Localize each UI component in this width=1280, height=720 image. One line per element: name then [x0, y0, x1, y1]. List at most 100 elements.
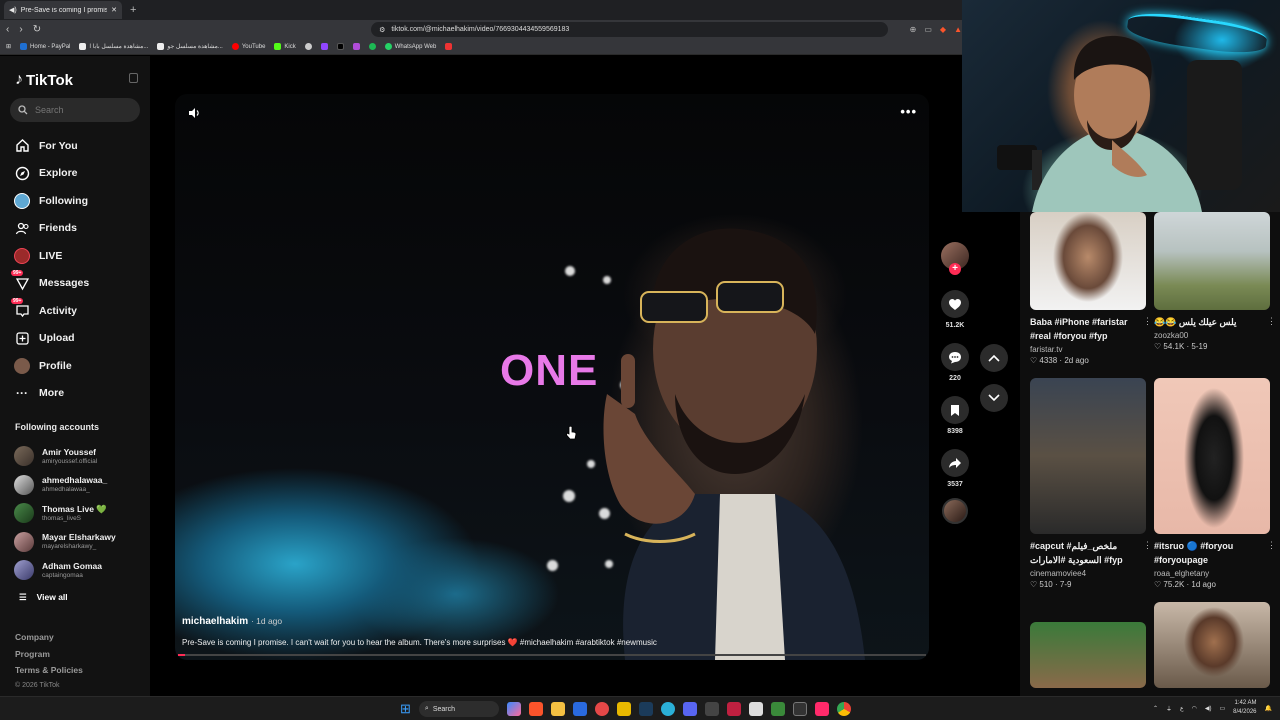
- creator-avatar[interactable]: +: [941, 242, 969, 275]
- nav-profile[interactable]: Profile: [14, 352, 89, 380]
- steam-icon[interactable]: [638, 702, 653, 716]
- nav-more[interactable]: ··· More: [14, 380, 89, 408]
- save-action[interactable]: 8398: [941, 396, 969, 435]
- brave-rewards-icon[interactable]: ▲: [954, 25, 962, 34]
- bookmark-icon-c[interactable]: [352, 43, 360, 50]
- language-icon[interactable]: ع: [1180, 705, 1184, 712]
- video-thumbnail[interactable]: [1154, 212, 1270, 310]
- nav-activity[interactable]: 99+ Activity: [11, 297, 89, 325]
- zoom-icon[interactable]: ⊕: [910, 25, 917, 34]
- bookmark-series-1[interactable]: مشاهدة مسلسل بابا ا...: [79, 43, 148, 50]
- bookmark-whatsapp[interactable]: WhatsApp Web: [384, 43, 436, 50]
- bookmark-icon-b[interactable]: [320, 43, 328, 50]
- account-item[interactable]: Amir Youssef amiryoussef.official: [14, 442, 116, 471]
- comment-icon[interactable]: [941, 343, 969, 371]
- file-explorer-icon[interactable]: [550, 702, 565, 716]
- nav-live[interactable]: LIVE: [14, 242, 89, 270]
- recommended-video-card[interactable]: ⋮ يلس عيلك يلس 😂😂 zoozka00 ♡ 54.1K · 5-1…: [1154, 212, 1276, 351]
- account-item[interactable]: ahmedhalawaa_ ahmedhalawaa_: [14, 471, 116, 500]
- collapse-sidebar-icon[interactable]: [129, 73, 138, 83]
- more-options-icon[interactable]: •••: [900, 104, 917, 119]
- brave-icon[interactable]: [528, 702, 543, 716]
- card-more-icon[interactable]: ⋮: [1143, 316, 1152, 327]
- store-icon[interactable]: [572, 702, 587, 716]
- taskbar-search[interactable]: ⌕ Search: [418, 701, 499, 717]
- follow-plus-icon[interactable]: +: [949, 263, 961, 275]
- comment-action[interactable]: 220: [941, 343, 969, 382]
- app-icon-yellow[interactable]: [616, 702, 631, 716]
- volume-tray-icon[interactable]: ◀): [1205, 705, 1212, 712]
- volume-icon[interactable]: [187, 106, 201, 125]
- next-video-button[interactable]: [980, 384, 1008, 412]
- back-icon[interactable]: ‹: [6, 24, 9, 35]
- share-action[interactable]: 3537: [941, 449, 969, 488]
- recommended-video-card[interactable]: [1154, 602, 1270, 688]
- nav-friends[interactable]: Friends: [14, 215, 89, 243]
- card-more-icon[interactable]: ⋮: [1267, 316, 1276, 327]
- nav-following[interactable]: Following: [14, 187, 89, 215]
- discord-icon[interactable]: [682, 702, 697, 716]
- footer-company-link[interactable]: Company: [15, 632, 83, 649]
- recommended-video-card[interactable]: [1030, 622, 1146, 688]
- bookmark-series-2[interactable]: مشاهدة مسلسل جو...: [157, 43, 223, 50]
- previous-video-button[interactable]: [980, 344, 1008, 372]
- share-icon[interactable]: [941, 449, 969, 477]
- address-bar[interactable]: ⚙ tiktok.com/@michaelhakim/video/7669304…: [371, 22, 888, 37]
- app-icon-c[interactable]: [770, 702, 785, 716]
- footer-program-link[interactable]: Program: [15, 649, 83, 666]
- bookmark-icon[interactable]: [941, 396, 969, 424]
- tiktok-logo[interactable]: ♪ TikTok: [15, 71, 73, 89]
- reload-icon[interactable]: ↻: [33, 24, 41, 35]
- recommended-video-card[interactable]: ⋮ #capcut ملخص_فيلم# السعودية #الامارات …: [1030, 378, 1152, 589]
- search-input[interactable]: [35, 105, 125, 115]
- card-more-icon[interactable]: ⋮: [1267, 540, 1276, 551]
- apps-grid-icon[interactable]: ⊞: [6, 43, 11, 50]
- app-icon-a[interactable]: [726, 702, 741, 716]
- video-thumbnail[interactable]: [1030, 622, 1146, 688]
- account-item[interactable]: Mayar Elsharkawy mayarelsharkawy_: [14, 528, 116, 557]
- view-all-button[interactable]: ☰ View all: [19, 592, 68, 603]
- edge-icon[interactable]: [660, 702, 675, 716]
- tiktok-app-icon[interactable]: [814, 702, 829, 716]
- bookmark-icon-d[interactable]: [445, 43, 453, 50]
- nav-messages[interactable]: 99+ Messages: [11, 270, 89, 298]
- video-player[interactable]: ONE ••• michaelhakim · 1d ago Pre-Save i…: [175, 94, 929, 660]
- battery-icon[interactable]: ▭: [1219, 705, 1225, 712]
- account-item[interactable]: Adham Gomaa captaingomaa: [14, 556, 116, 585]
- account-item[interactable]: Thomas Live 💚 thomas_liveS: [14, 499, 116, 528]
- card-more-icon[interactable]: ⋮: [1143, 540, 1152, 551]
- calculator-icon[interactable]: [704, 702, 719, 716]
- forward-icon[interactable]: ›: [19, 24, 22, 35]
- app-icon-d[interactable]: [792, 702, 807, 716]
- nav-for-you[interactable]: For You: [14, 132, 89, 160]
- footer-terms-link[interactable]: Terms & Policies: [15, 665, 83, 682]
- music-disc-icon[interactable]: [942, 498, 968, 524]
- app-icon-b[interactable]: [748, 702, 763, 716]
- app-icon-red[interactable]: [594, 702, 609, 716]
- heart-icon[interactable]: [941, 290, 969, 318]
- new-tab-button[interactable]: +: [130, 4, 136, 16]
- bookmark-icon-a[interactable]: [304, 43, 312, 50]
- nav-explore[interactable]: Explore: [14, 160, 89, 188]
- nav-upload[interactable]: Upload: [14, 325, 89, 353]
- notifications-icon[interactable]: 🔔: [1265, 705, 1272, 712]
- like-action[interactable]: 51.2K: [941, 290, 969, 329]
- bookmark-kick[interactable]: Kick: [274, 43, 296, 50]
- bookmark-tiktok[interactable]: [336, 43, 344, 50]
- close-tab-icon[interactable]: ✕: [111, 6, 117, 14]
- chrome-icon[interactable]: [836, 702, 851, 716]
- tray-chevron-up-icon[interactable]: ⌃: [1153, 705, 1158, 712]
- bookmark-spotify[interactable]: [368, 43, 376, 50]
- video-thumbnail[interactable]: [1154, 378, 1270, 534]
- wifi-icon[interactable]: ◠: [1192, 705, 1197, 712]
- windows-start-icon[interactable]: ⊞: [400, 702, 411, 716]
- brave-shield-icon[interactable]: ◆: [940, 25, 946, 34]
- video-progress-bar[interactable]: [178, 654, 926, 656]
- search-box[interactable]: [10, 98, 140, 122]
- cast-icon[interactable]: ▭: [924, 25, 932, 34]
- bookmark-youtube[interactable]: YouTube: [231, 43, 265, 50]
- video-author[interactable]: michaelhakim · 1d ago: [182, 616, 282, 627]
- video-thumbnail[interactable]: [1030, 212, 1146, 310]
- recommended-video-card[interactable]: ⋮ #itsruo 🔵 #foryou #foryoupage roaa_elg…: [1154, 378, 1276, 589]
- copilot-icon[interactable]: [506, 702, 521, 716]
